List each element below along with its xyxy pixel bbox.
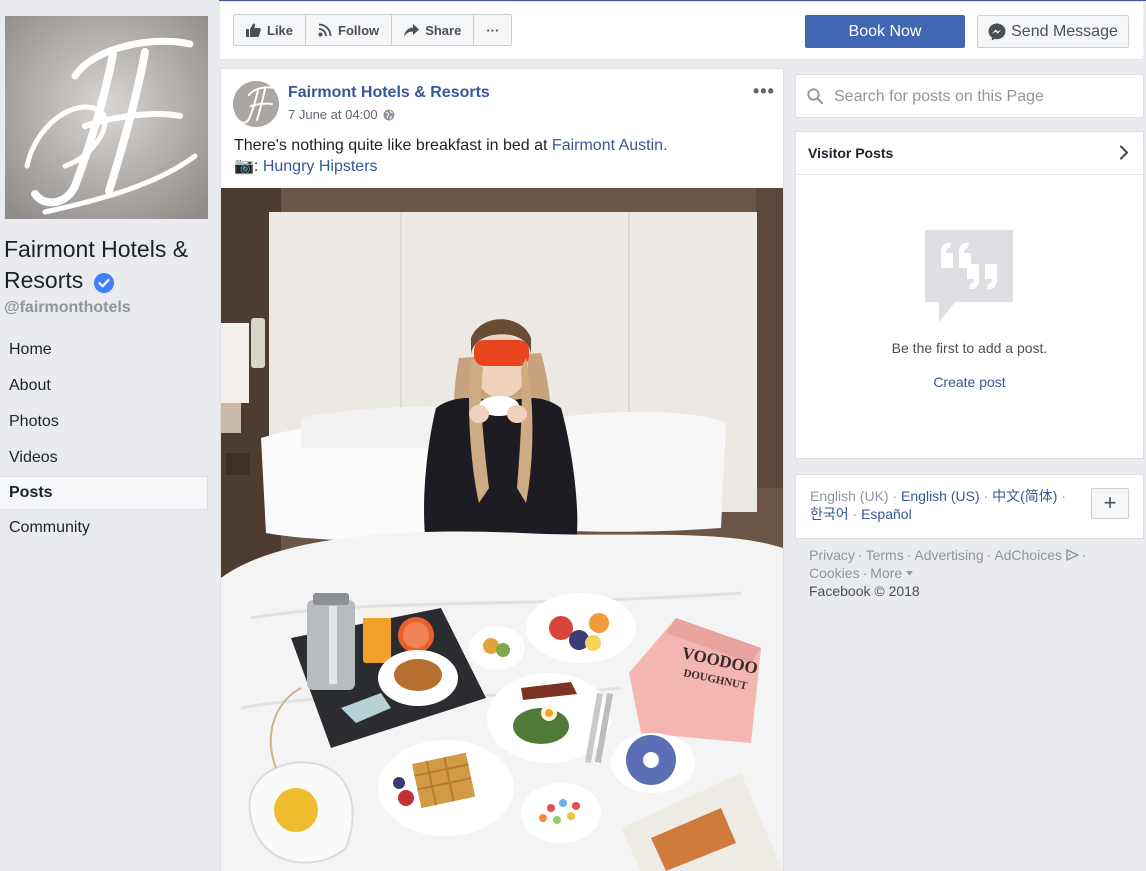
footer-link-cookies[interactable]: Cookies <box>809 565 860 581</box>
add-language-button[interactable]: + <box>1091 488 1129 519</box>
post-message: There's nothing quite like breakfast in … <box>234 135 774 177</box>
post-photo[interactable]: VOODOO DOUGHNUT <box>221 188 783 871</box>
footer-link-terms[interactable]: Terms <box>866 547 904 563</box>
post-timestamp[interactable]: 7 June at 04:00 <box>288 107 378 122</box>
footer-links: Privacy · Terms · Advertising · AdChoices · Co… <box>809 547 1087 599</box>
like-label: Like <box>267 22 294 38</box>
page-handle: @fairmonthotels <box>4 299 131 316</box>
nav-item-home[interactable]: Home <box>0 332 208 368</box>
adchoices-icon <box>1066 549 1079 561</box>
visitor-posts-empty-text: Be the first to add a post. <box>891 340 1048 356</box>
book-now-button[interactable]: Book Now <box>805 15 965 48</box>
post-meta: 7 June at 04:00 <box>288 107 395 122</box>
nav-item-community[interactable]: Community <box>0 510 208 546</box>
photo-credit-link[interactable]: Hungry Hipsters <box>263 158 378 175</box>
search-icon <box>807 88 823 104</box>
language-option[interactable]: English (US) <box>901 488 980 504</box>
page-nav: Home About Photos Videos Posts Community <box>0 332 208 546</box>
nav-item-about[interactable]: About <box>0 368 208 404</box>
page-title: Fairmont Hotels & Resorts <box>4 234 214 296</box>
share-label: Share <box>425 22 462 38</box>
verified-badge-icon <box>93 270 114 293</box>
visitor-posts-title: Visitor Posts <box>808 145 894 161</box>
chevron-right-icon[interactable] <box>1119 145 1129 160</box>
post-card: Fairmont Hotels & Resorts 7 June at 04:0… <box>220 68 784 871</box>
follow-button[interactable]: Follow <box>306 15 393 45</box>
language-current: English (UK) <box>810 488 889 504</box>
post-author-avatar[interactable] <box>233 81 279 127</box>
nav-item-videos[interactable]: Videos <box>0 440 208 476</box>
footer-link-adchoices[interactable]: AdChoices <box>994 547 1062 563</box>
language-option[interactable]: Español <box>861 506 912 522</box>
share-arrow-icon <box>404 23 420 37</box>
footer-link-more[interactable]: More <box>870 565 902 581</box>
create-post-link[interactable]: Create post <box>796 374 1143 390</box>
left-sidebar: Fairmont Hotels & Resorts @fairmonthotel… <box>0 0 219 870</box>
profile-picture[interactable] <box>5 16 208 219</box>
caret-down-icon <box>906 571 914 576</box>
footer-link-advertising[interactable]: Advertising <box>914 547 983 563</box>
rss-follow-icon <box>318 23 332 37</box>
language-option[interactable]: 한국어 <box>810 506 849 522</box>
nav-item-photos[interactable]: Photos <box>0 404 208 440</box>
thumbs-up-icon <box>246 23 261 37</box>
page-action-bar: Like Follow Share ··· Book Now Send Mess… <box>220 2 1143 60</box>
follow-label: Follow <box>338 22 380 38</box>
like-button[interactable]: Like <box>234 15 307 45</box>
nav-item-posts[interactable]: Posts <box>0 476 208 510</box>
language-selector: English (UK) · English (US) · 中文(简体) · 한… <box>795 474 1144 539</box>
share-button[interactable]: Share <box>392 15 475 45</box>
more-actions-button[interactable]: ··· <box>474 15 511 45</box>
post-text-body: There's nothing quite like breakfast in … <box>234 137 552 154</box>
post-options-icon[interactable]: ••• <box>753 81 775 102</box>
send-message-button[interactable]: Send Message <box>977 15 1129 48</box>
post-author-name[interactable]: Fairmont Hotels & Resorts <box>288 84 490 102</box>
footer-copyright: Facebook © 2018 <box>809 583 920 599</box>
camera-icon: 📷 <box>234 158 254 175</box>
credit-separator: : <box>253 158 263 175</box>
footer-link-privacy[interactable]: Privacy <box>809 547 855 563</box>
messenger-icon <box>988 23 1006 40</box>
quote-bubble-icon <box>925 230 1013 322</box>
action-button-group: Like Follow Share ··· <box>233 14 513 46</box>
location-link[interactable]: Fairmont Austin. <box>552 137 668 154</box>
send-message-label: Send Message <box>1011 23 1118 40</box>
language-option[interactable]: 中文(简体) <box>992 488 1057 504</box>
globe-icon <box>383 109 395 120</box>
language-list: English (UK) · English (US) · 中文(简体) · 한… <box>810 488 1066 522</box>
more-dots-icon: ··· <box>486 22 500 38</box>
search-input[interactable] <box>832 85 1136 109</box>
visitor-posts-card: Visitor Posts Be the first to add a post… <box>795 131 1144 459</box>
visitor-posts-header[interactable]: Visitor Posts <box>796 132 1143 175</box>
page-post-search <box>795 74 1144 118</box>
